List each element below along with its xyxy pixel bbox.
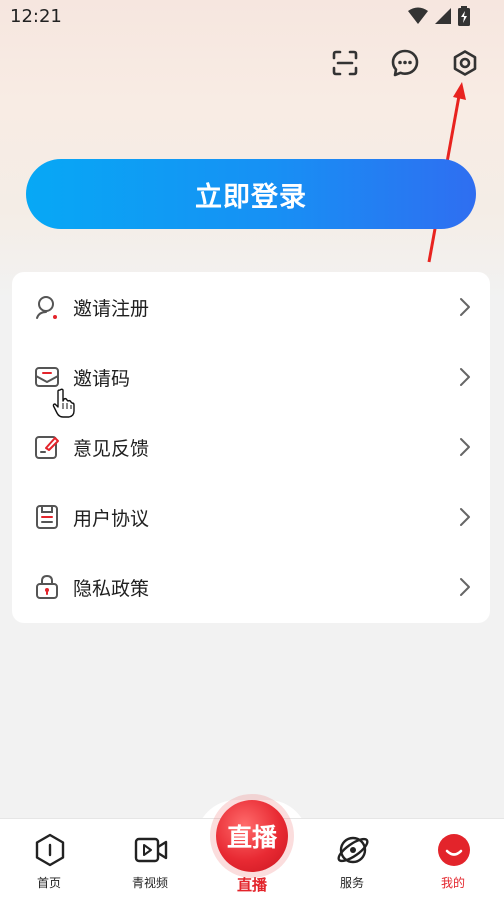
status-icons: [408, 6, 470, 26]
wifi-icon: [408, 7, 428, 24]
menu-label: 用户协议: [73, 507, 150, 530]
battery-icon: [458, 6, 470, 26]
settings-hexagon-icon: [453, 50, 477, 76]
nav-label-video: 青视频: [131, 876, 168, 890]
header-toolbar: [326, 44, 484, 82]
status-bar: 12:21: [0, 0, 504, 34]
document-icon: [36, 505, 58, 529]
menu-item-invite-register[interactable]: 邀请注册: [12, 272, 490, 342]
menu-item-user-agreement[interactable]: 用户协议: [12, 482, 490, 552]
nav-item-video[interactable]: 青视频: [105, 819, 195, 900]
nav-label-home: 首页: [36, 876, 61, 890]
menu-item-invite-code[interactable]: 邀请码: [12, 342, 490, 412]
signal-icon: [435, 8, 451, 24]
status-time: 12:21: [10, 6, 62, 27]
menu-card: 邀请注册 邀请码 意见反馈 用户协议 隐私政策: [12, 272, 490, 623]
hand-cursor-icon: [52, 388, 75, 418]
menu-item-feedback[interactable]: 意见反馈: [12, 412, 490, 482]
envelope-icon: [35, 367, 59, 387]
nav-label-mine: 我的: [440, 876, 465, 890]
scan-icon: [332, 50, 358, 76]
nav-label-service: 服务: [339, 876, 364, 890]
chevron-right-icon: [460, 298, 470, 316]
menu-label: 隐私政策: [73, 577, 150, 600]
home-icon: [35, 833, 65, 867]
login-button[interactable]: 立即登录: [26, 159, 476, 229]
user-invite-icon: [36, 296, 57, 319]
video-camera-icon: [134, 837, 168, 863]
chevron-right-icon: [460, 508, 470, 526]
lock-icon: [36, 574, 58, 599]
menu-label: 邀请码: [73, 367, 131, 390]
menu-label: 意见反馈: [73, 437, 150, 460]
nav-item-mine[interactable]: 我的: [408, 819, 498, 900]
mine-smile-icon: [438, 834, 470, 866]
chevron-right-icon: [460, 368, 470, 386]
settings-button[interactable]: [446, 44, 484, 82]
chat-bubble-icon: [391, 49, 419, 77]
nav-item-home[interactable]: 首页: [4, 819, 94, 900]
menu-label: 邀请注册: [73, 297, 150, 320]
menu-item-privacy-policy[interactable]: 隐私政策: [12, 552, 490, 622]
scan-button[interactable]: [326, 44, 364, 82]
feedback-edit-icon: [35, 436, 59, 459]
live-button[interactable]: 直播: [216, 800, 288, 872]
chevron-right-icon: [460, 578, 470, 596]
planet-icon: [337, 836, 369, 864]
nav-label-live: 直播: [236, 876, 267, 894]
message-button[interactable]: [386, 44, 424, 82]
chevron-right-icon: [460, 438, 470, 456]
nav-item-service[interactable]: 服务: [307, 819, 397, 900]
